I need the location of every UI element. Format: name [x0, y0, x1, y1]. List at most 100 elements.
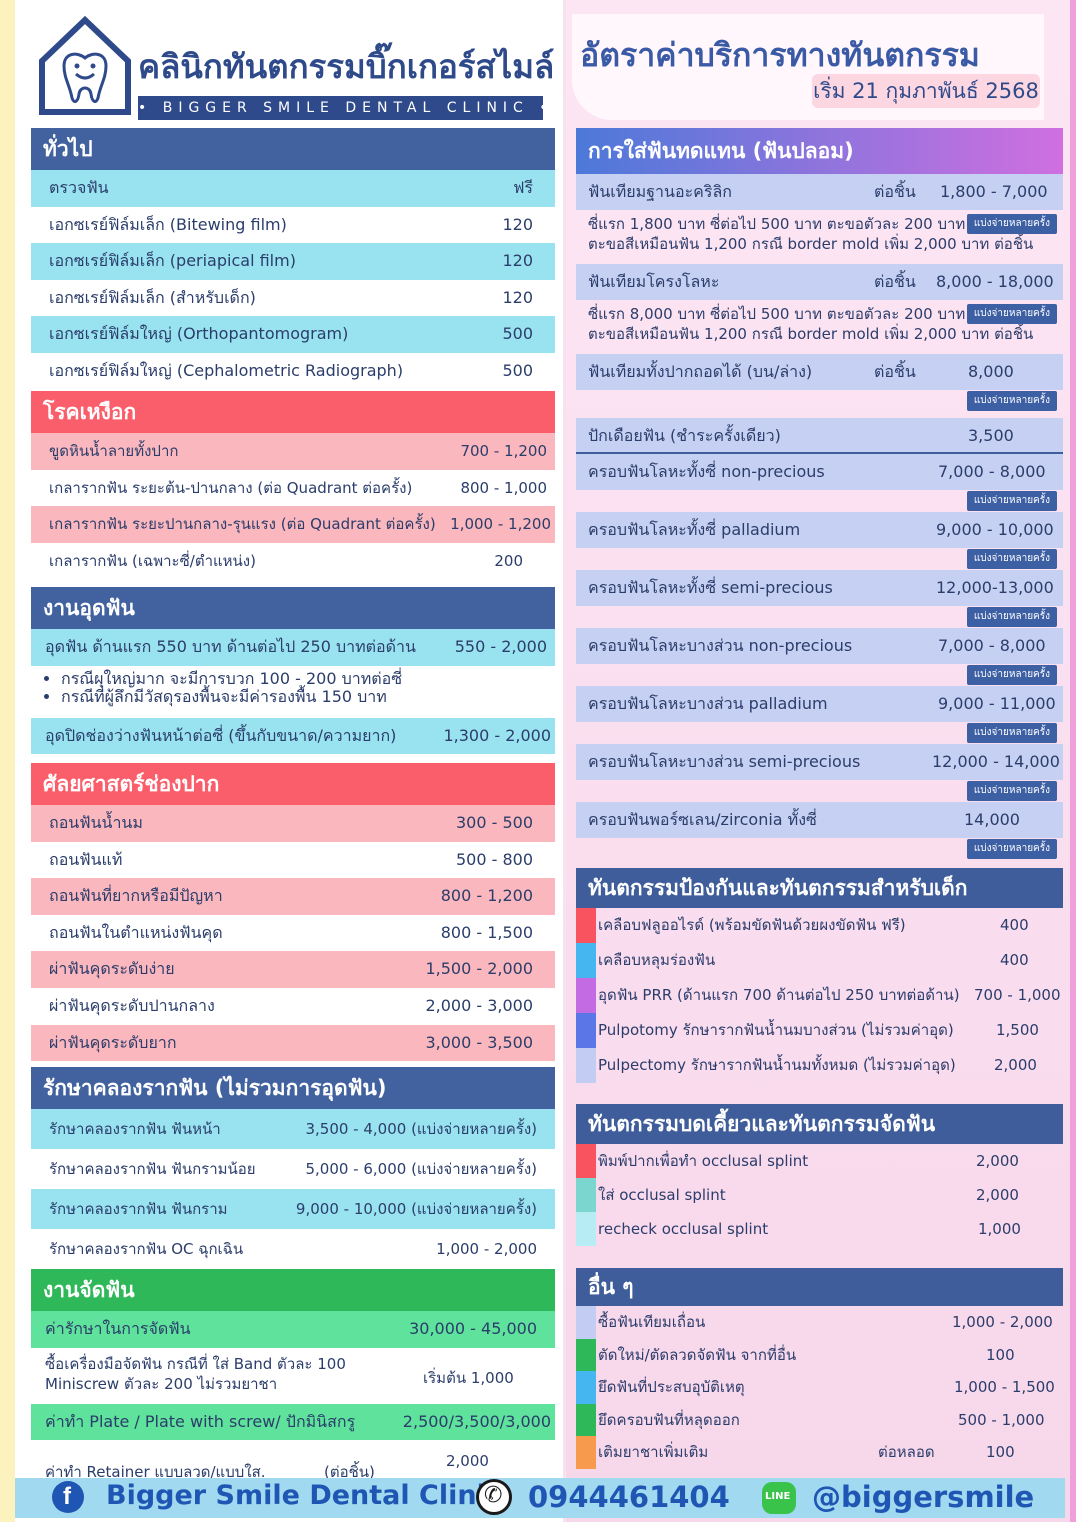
prosthesis-section: การใส่ฟันทดแทน (ฟันปลอม) ฟันเทียมฐานอะคร… — [576, 128, 1063, 860]
clinic-name-english: • BIGGER SMILE DENTAL CLINIC • — [138, 96, 548, 120]
price-row: อุดฟัน ด้านแรก 550 บาท ด้านต่อไป 250 บาท… — [31, 629, 555, 666]
price-row: ครอบฟันโลหะบางส่วน palladium 9,000 - 11,0… — [576, 686, 1063, 722]
price-row: เอกซเรย์ฟิล์มเล็ก (periapical film) 120 — [31, 243, 555, 280]
price-row: ถอนฟันที่ยากหรือมีปัญหา 800 - 1,200 — [31, 878, 555, 915]
installment-badge: แบ่งจ่ายหลายครั้ง — [966, 214, 1057, 234]
price-row: ถอนฟันในตำแหน่งฟันคุด 800 - 1,500 — [49, 922, 533, 942]
list-item: กรณีที่ผู้ลึกมีวัสดุรองพื้นจะมีค่ารองพื้… — [61, 687, 555, 706]
section-title: ทันตกรรมบดเคี้ยวและทันตกรรมจัดฟัน — [576, 1104, 1063, 1144]
root-canal-section: รักษาคลองรากฟัน (ไม่รวมการอุดฟัน) รักษาค… — [31, 1067, 555, 1269]
section-title: งานอุดฟัน — [31, 587, 555, 629]
price-row: ใส่ occlusal splint 2,000 — [576, 1178, 1063, 1212]
price-row: ค่ารักษาในการจัดฟัน 30,000 - 45,000 — [31, 1311, 555, 1348]
section-title: การใส่ฟันทดแทน (ฟันปลอม) — [576, 128, 1063, 174]
filling-section: งานอุดฟัน อุดฟัน ด้านแรก 550 บาท ด้านต่อ… — [31, 587, 555, 755]
list-item: กรณีผุใหญ่มาก จะมีการบวก 100 - 200 บาทต่… — [61, 669, 555, 688]
price-row: ฟันเทียมฐานอะคริลิก ต่อชิ้น 1,800 - 7,000 — [576, 174, 1063, 210]
gum-section: โรคเหงือก ขูดหินน้ำลายทั้งปาก 700 - 1,200… — [31, 391, 555, 579]
price-row: ตรวจฟัน ฟรี — [31, 170, 555, 207]
price-row: เอกซเรย์ฟิล์มใหญ่ (Orthopantomogram) 500 — [31, 316, 555, 353]
price-row: ขูดหินน้ำลายทั้งปาก 700 - 1,200 — [31, 433, 555, 470]
clinic-logo: คลินิกทันตกรรมบิ๊กเกอร์สไมล์ • BIGGER SM… — [38, 16, 554, 120]
price-row: ครอบฟันโลหะทั้งซี่ palladium 9,000 - 10,0… — [576, 512, 1063, 548]
phone-number[interactable]: 0944461404 — [528, 1480, 730, 1514]
price-row: recheck occlusal splint 1,000 — [576, 1212, 1063, 1246]
installment-badge: แบ่งจ่ายหลายครั้ง — [966, 839, 1057, 859]
orthodontics-section: งานจัดฟัน ค่ารักษาในการจัดฟัน 30,000 - 45… — [31, 1269, 555, 1482]
price-row: ฟันเทียมทั้งปากถอดได้ (บน/ล่าง) ต่อชิ้น 8,… — [576, 354, 1063, 390]
price-row: รักษาคลองรากฟัน ฟันกราม 9,000 - 10,000 (แ… — [31, 1189, 555, 1229]
line-icon[interactable]: LINE — [762, 1482, 796, 1514]
general-section: ทั่วไป ตรวจฟัน ฟรี เอกซเรย์ฟิล์มเล็ก (Bit… — [31, 128, 555, 390]
price-note: แบ่งจ่ายหลายครั้ง ซี่แรก 8,000 บาท ซี่ต่อ… — [576, 300, 1063, 346]
installment-row: แบ่งจ่ายหลายครั้ง — [576, 490, 1063, 512]
installment-badge: แบ่งจ่ายหลายครั้ง — [966, 491, 1057, 511]
section-title: ทั่วไป — [31, 128, 555, 170]
installment-row: แบ่งจ่ายหลายครั้ง — [576, 548, 1063, 570]
price-row: ปักเดือยฟัน (ชำระครั้งเดียว) 3,500 — [576, 418, 1063, 454]
price-row: รักษาคลองรากฟัน ฟันกรามน้อย 5,000 - 6,000… — [49, 1160, 537, 1178]
facebook-icon[interactable]: f — [52, 1481, 84, 1513]
price-row: อุดฟัน PRR (ด้านแรก 700 ด้านต่อไป 250 บา… — [576, 978, 1063, 1013]
price-row: ค่าทำ Retainer แบบลวด/แบบใส. (ต่อชิ้น) 2… — [45, 1452, 489, 1482]
price-row: ฟันเทียมโครงโลหะ ต่อชิ้น 8,000 - 18,000 — [576, 264, 1063, 300]
price-row: เอกซเรย์ฟิล์มเล็ก (Bitewing film) 120 — [49, 214, 533, 234]
section-title: อื่น ๆ — [576, 1268, 1063, 1306]
installment-row: แบ่งจ่ายหลายครั้ง — [576, 664, 1063, 686]
price-row: เอกซเรย์ฟิล์มเล็ก (สำหรับเด็ก) 120 — [49, 287, 533, 307]
installment-badge: แบ่งจ่ายหลายครั้ง — [966, 723, 1057, 743]
price-row: ครอบฟันโลหะบางส่วน semi-precious 12,000 -… — [576, 744, 1063, 780]
installment-badge: แบ่งจ่ายหลายครั้ง — [966, 391, 1057, 411]
line-id-link[interactable]: @biggersmile — [812, 1480, 1034, 1514]
occlusion-section: ทันตกรรมบดเคี้ยวและทันตกรรมจัดฟัน พิมพ์ป… — [576, 1104, 1063, 1246]
price-row: ผ่าฟันคุดระดับง่าย 1,500 - 2,000 — [31, 951, 555, 988]
installment-row: แบ่งจ่ายหลายครั้ง — [576, 390, 1063, 412]
installment-badge: แบ่งจ่ายหลายครั้ง — [966, 549, 1057, 569]
pediatric-section: ทันตกรรมป้องกันและทันตกรรมสำหรับเด็ก เคล… — [576, 868, 1063, 1083]
price-row: ครอบฟันโลหะทั้งซี่ non-precious 7,000 - 8… — [576, 454, 1063, 490]
price-row: ซื้อเครื่องมือจัดฟัน กรณีที่ ใส่ Band ตั… — [45, 1354, 514, 1393]
section-title: โรคเหงือก — [31, 391, 555, 433]
price-row: เกลารากฟัน ระยะปานกลาง-รุนแรง (ต่อ Quadr… — [31, 506, 555, 543]
price-row: Pulpotomy รักษารากฟันน้ำนมบางส่วน (ไม่รว… — [576, 1013, 1063, 1048]
price-row: ถอนฟันแท้ 500 - 800 — [49, 849, 533, 869]
installment-row: แบ่งจ่ายหลายครั้ง — [576, 838, 1063, 860]
price-row: เคลือบฟลูออไรด์ (พร้อมขัดฟันด้วยผงขัดฟัน… — [576, 908, 1063, 943]
section-title: ทันตกรรมป้องกันและทันตกรรมสำหรับเด็ก — [576, 868, 1063, 908]
price-row: Pulpectomy รักษารากฟันน้ำนมทั้งหมด (ไม่ร… — [576, 1048, 1063, 1083]
other-section: อื่น ๆ ซื้อฟันเทียมเถื่อน 1,000 - 2,000 ต… — [576, 1268, 1063, 1469]
surgery-section: ศัลยศาสตร์ช่องปาก ถอนฟันน้ำนม 300 - 500 ถ… — [31, 763, 555, 1062]
price-row: ครอบฟันโลหะบางส่วน non-precious 7,000 - 8… — [576, 628, 1063, 664]
price-row: เติมยาชาเพิ่มเติม ต่อหลอด 100 — [576, 1436, 1063, 1469]
clinic-name-thai: คลินิกทันตกรรมบิ๊กเกอร์สไมล์ — [138, 47, 555, 86]
tooth-house-icon — [39, 16, 131, 115]
facebook-link[interactable]: Bigger Smile Dental Clinic — [106, 1480, 502, 1511]
section-title: ศัลยศาสตร์ช่องปาก — [31, 763, 555, 805]
installment-row: แบ่งจ่ายหลายครั้ง — [576, 722, 1063, 744]
phone-icon[interactable]: ✆ — [476, 1479, 512, 1515]
installment-badge: แบ่งจ่ายหลายครั้ง — [966, 304, 1057, 324]
installment-badge: แบ่งจ่ายหลายครั้ง — [966, 781, 1057, 801]
price-note: แบ่งจ่ายหลายครั้ง ซี่แรก 1,800 บาท ซี่ต่อ… — [576, 210, 1063, 256]
price-row: ยึดฟันที่ประสบอุบัติเหตุ 1,000 - 1,500 — [576, 1371, 1063, 1404]
price-row: เอกซเรย์ฟิล์มใหญ่ (Cephalometric Radiogr… — [49, 360, 533, 380]
effective-date: เริ่ม 21 กุมภาพันธ์ 2568 — [812, 74, 1040, 108]
price-row: ครอบฟันพอร์ซเลน/zirconia ทั้งซี่ 14,000 — [576, 802, 1063, 838]
price-row: เกลารากฟัน ระยะต้น-ปานกลาง (ต่อ Quadrant… — [49, 478, 547, 497]
price-row: พิมพ์ปากเพื่อทำ occlusal splint 2,000 — [576, 1144, 1063, 1178]
price-row: รักษาคลองรากฟัน OC ฉุกเฉิน 1,000 - 2,000 — [49, 1240, 537, 1258]
installment-badge: แบ่งจ่ายหลายครั้ง — [966, 665, 1057, 685]
price-row: รักษาคลองรากฟัน ฟันหน้า 3,500 - 4,000 (แบ… — [31, 1109, 555, 1149]
installment-row: แบ่งจ่ายหลายครั้ง — [576, 606, 1063, 628]
price-row: ตัดใหม่/ตัดลวดจัดฟัน จากที่อื่น 100 — [576, 1338, 1063, 1372]
installment-badge: แบ่งจ่ายหลายครั้ง — [966, 607, 1057, 627]
section-title: งานจัดฟัน — [31, 1269, 555, 1311]
price-row: ซื้อฟันเทียมเถื่อน 1,000 - 2,000 — [576, 1306, 1063, 1339]
filling-notes: กรณีผุใหญ่มาก จะมีการบวก 100 - 200 บาทต่… — [31, 666, 555, 712]
price-row: อุดปิดช่องว่างฟันหน้าต่อซี่ (ขึ้นกับขนาด… — [31, 717, 555, 755]
price-row: ผ่าฟันคุดระดับปานกลาง 2,000 - 3,000 — [49, 995, 533, 1015]
section-title: รักษาคลองรากฟัน (ไม่รวมการอุดฟัน) — [31, 1067, 555, 1109]
price-row: ถอนฟันน้ำนม 300 - 500 — [31, 805, 555, 842]
price-row: เกลารากฟัน (เฉพาะซี่/ตำแหน่ง) 200 — [49, 551, 523, 570]
price-row: ค่าทำ Plate / Plate with screw/ ปักมินิส… — [31, 1403, 555, 1441]
